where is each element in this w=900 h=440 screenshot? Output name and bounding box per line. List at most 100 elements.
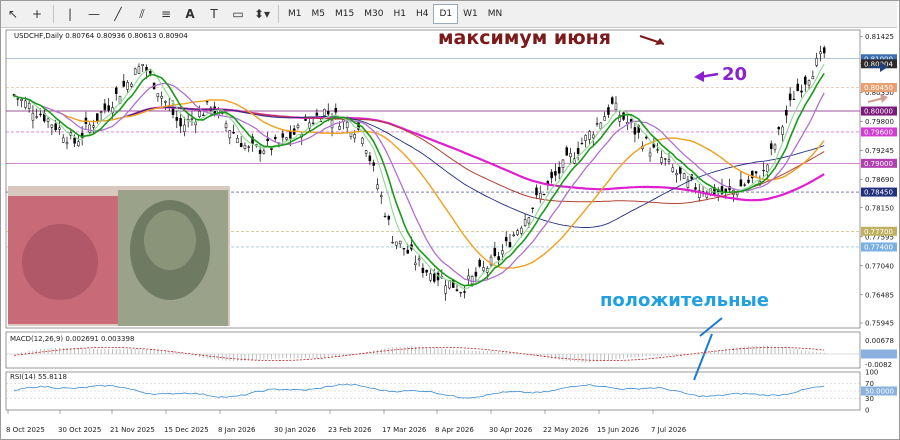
macd-value-tag bbox=[861, 349, 897, 359]
candle-body bbox=[792, 98, 796, 100]
candle-body bbox=[822, 47, 826, 54]
candle-body bbox=[694, 187, 697, 190]
candle-body bbox=[376, 184, 379, 189]
candle-body bbox=[633, 127, 637, 135]
candle-body bbox=[550, 171, 553, 179]
candle-body bbox=[504, 236, 508, 242]
candle-body bbox=[754, 171, 758, 174]
annotation-june-max: максимум июня bbox=[438, 27, 611, 49]
candle-body bbox=[576, 148, 580, 154]
candle-body bbox=[414, 262, 417, 265]
candle-body bbox=[788, 93, 792, 101]
candle-body bbox=[27, 103, 31, 109]
annotation-twenty-arrowhead bbox=[694, 71, 704, 82]
rsi-tick-label: 30 bbox=[865, 395, 874, 403]
candle-body bbox=[99, 111, 103, 114]
candle-body bbox=[285, 137, 288, 140]
candle-body bbox=[781, 126, 784, 135]
candle-body bbox=[455, 289, 459, 291]
price-tag-label: 0.78450 bbox=[864, 189, 893, 197]
candle-body bbox=[648, 152, 652, 157]
candle-body bbox=[179, 118, 182, 127]
candle-body bbox=[667, 159, 671, 162]
candle-body bbox=[493, 247, 497, 256]
candle-body bbox=[122, 80, 126, 87]
candle-body bbox=[130, 83, 133, 87]
candle-body bbox=[372, 162, 375, 166]
candle-body bbox=[459, 292, 463, 294]
candle-body bbox=[361, 137, 364, 144]
candle-body bbox=[338, 126, 341, 130]
rsi-tick-label: 0 bbox=[865, 407, 869, 415]
candle-body bbox=[463, 291, 466, 293]
candle-body bbox=[103, 103, 107, 110]
candle-body bbox=[224, 123, 228, 128]
x-tick-label: 23 Feb 2026 bbox=[328, 426, 372, 434]
candle-body bbox=[508, 242, 512, 248]
candle-body bbox=[160, 95, 163, 99]
candle-body bbox=[769, 143, 773, 149]
candle-body bbox=[804, 76, 807, 85]
candle-body bbox=[383, 215, 387, 217]
candle-body bbox=[345, 121, 349, 129]
candle-body bbox=[133, 68, 137, 75]
candle-body bbox=[296, 124, 300, 128]
candle-body bbox=[364, 150, 368, 154]
candle-body bbox=[614, 102, 618, 110]
candle-body bbox=[512, 234, 516, 237]
candle-body bbox=[205, 101, 209, 103]
candle-body bbox=[304, 118, 307, 121]
candle-body bbox=[610, 97, 614, 104]
candle-body bbox=[807, 80, 811, 86]
x-tick-label: 7 Jul 2026 bbox=[651, 426, 687, 434]
candle-body bbox=[747, 179, 750, 183]
y-tick-label: 0.79800 bbox=[865, 118, 894, 126]
x-tick-label: 17 Mar 2026 bbox=[382, 426, 427, 434]
candle-body bbox=[501, 250, 504, 255]
candle-body bbox=[595, 123, 599, 125]
candle-body bbox=[599, 122, 603, 130]
candle-body bbox=[660, 157, 663, 163]
candle-body bbox=[569, 153, 572, 158]
candle-body bbox=[239, 142, 243, 148]
price-chart: 0.814250.809040.803500.798000.792450.786… bbox=[5, 27, 897, 434]
y-tick-label: 0.81425 bbox=[865, 33, 894, 41]
candle-body bbox=[391, 242, 394, 244]
candle-body bbox=[61, 137, 65, 143]
candle-body bbox=[65, 142, 69, 145]
candle-body bbox=[323, 109, 326, 116]
candle-body bbox=[114, 87, 118, 94]
candle-body bbox=[326, 111, 330, 115]
y-tick-label: 0.77040 bbox=[865, 262, 894, 270]
candle-body bbox=[478, 259, 481, 267]
y-tick-label: 0.75945 bbox=[865, 320, 894, 328]
candle-body bbox=[31, 112, 35, 121]
candle-body bbox=[554, 171, 557, 176]
candle-body bbox=[580, 143, 584, 145]
x-tick-label: 15 Dec 2025 bbox=[164, 426, 209, 434]
candle-body bbox=[198, 111, 201, 117]
x-tick-label: 22 May 2026 bbox=[543, 426, 589, 434]
candle-body bbox=[800, 90, 803, 93]
price-tag-label: 0.80450 bbox=[864, 84, 893, 92]
candle-body bbox=[183, 124, 186, 132]
candle-body bbox=[531, 207, 534, 209]
candle-body bbox=[429, 273, 432, 281]
candle-body bbox=[236, 138, 239, 143]
candle-body bbox=[270, 148, 273, 150]
x-tick-label: 30 Oct 2025 bbox=[58, 426, 101, 434]
candle-body bbox=[54, 123, 57, 131]
candle-body bbox=[202, 114, 205, 116]
annotation-positive: положительные bbox=[600, 290, 769, 311]
candle-body bbox=[126, 82, 129, 90]
x-tick-label: 8 Apr 2026 bbox=[435, 426, 474, 434]
price-tag-label: 0.79000 bbox=[864, 160, 893, 168]
y-tick-label: 0.79245 bbox=[865, 147, 894, 155]
candle-body bbox=[368, 155, 372, 162]
candle-body bbox=[675, 173, 678, 176]
y-tick-label: 0.78690 bbox=[865, 176, 894, 184]
candle-body bbox=[73, 137, 76, 144]
candle-body bbox=[398, 240, 402, 245]
candle-body bbox=[467, 275, 470, 280]
x-tick-label: 8 Jan 2026 bbox=[218, 426, 256, 434]
